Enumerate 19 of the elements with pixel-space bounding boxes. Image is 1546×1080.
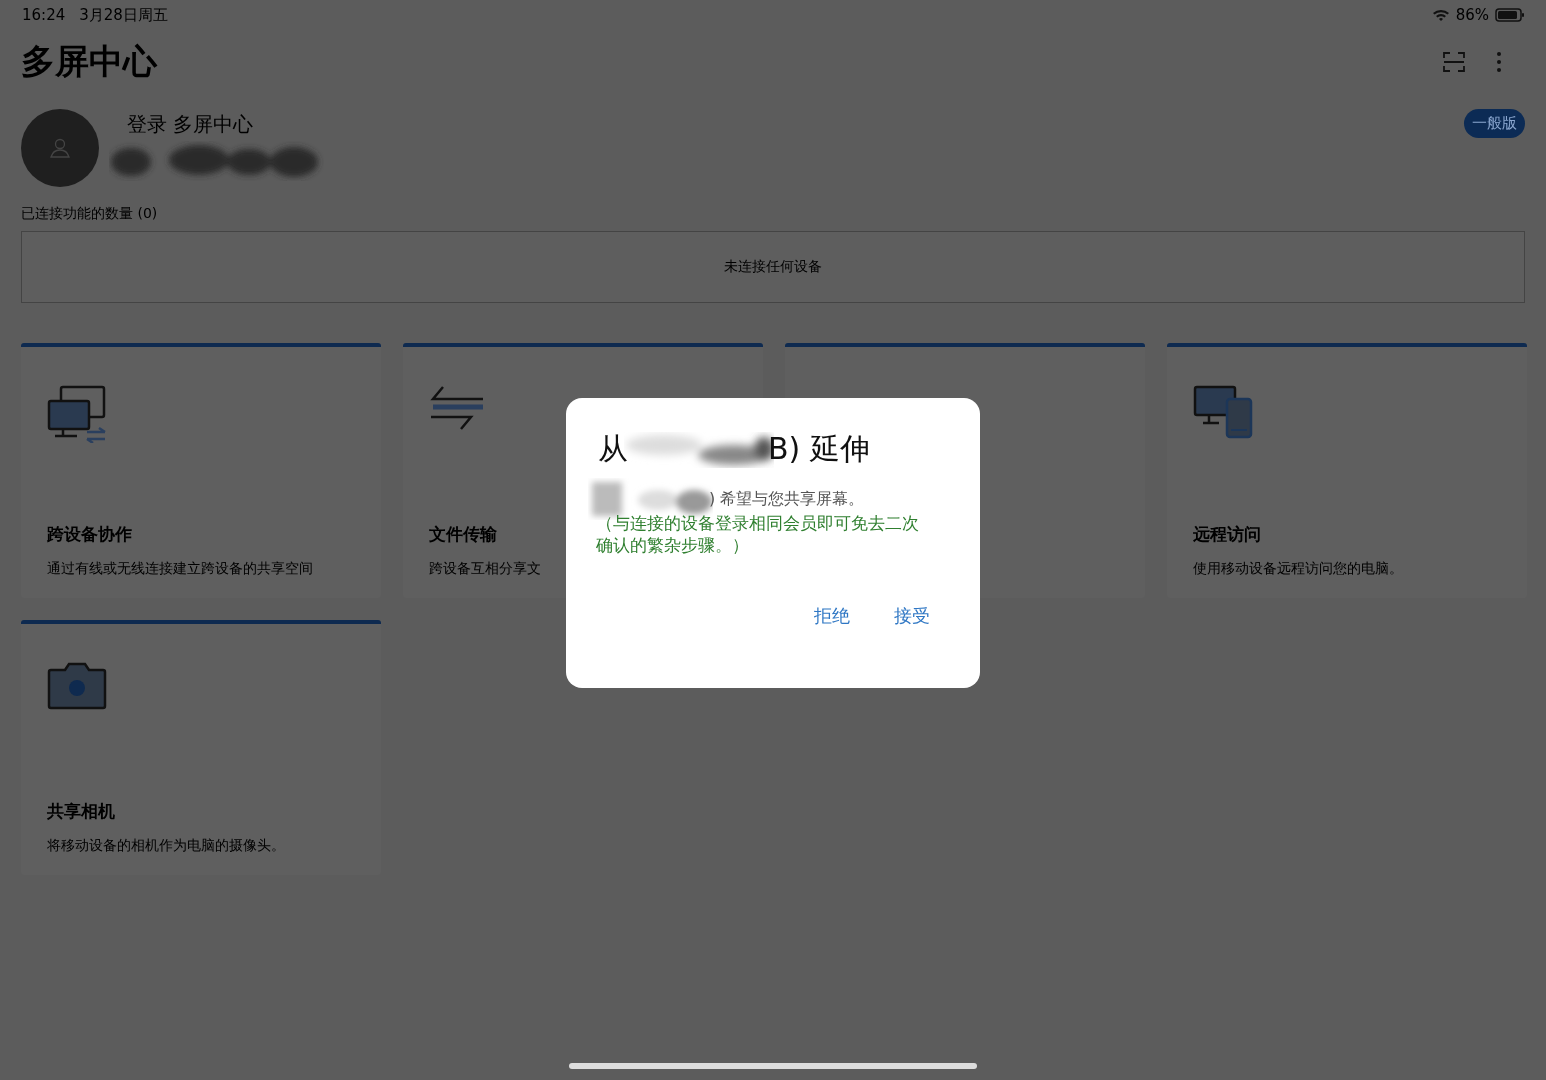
connected-count: 已连接功能的数量 (0) (21, 205, 158, 223)
status-date: 3月28日周五 (79, 5, 168, 25)
feature-description: 使用移动设备远程访问您的电脑。 (1193, 560, 1403, 578)
status-time: 16:24 (22, 6, 66, 24)
feature-title: 跨设备协作 (47, 523, 132, 546)
feature-description: 将移动设备的相机作为电脑的摄像头。 (47, 837, 285, 855)
feature-title: 远程访问 (1193, 523, 1261, 546)
dialog-note: （与连接的设备登录相同会员即可免去二次确认的繁杂步骤。） (596, 512, 920, 556)
dialog-message: ) 希望与您共享屏幕。 (709, 488, 865, 510)
empty-message: 未连接任何设备 (724, 258, 822, 276)
page-title: 多屏中心 (21, 40, 159, 83)
feature-title: 文件传输 (429, 523, 497, 546)
dialog-title: 从 (598, 429, 628, 468)
feature-description: 跨设备互相分享文 (429, 560, 541, 578)
battery-percent: 86% (1455, 6, 1489, 24)
feature-title: 共享相机 (47, 800, 115, 823)
feature-description: 通过有线或无线连接建立跨设备的共享空间 (47, 560, 313, 578)
dialog-title: B) 延伸 (768, 429, 870, 468)
edition-badge: 一般版 (1464, 109, 1525, 138)
